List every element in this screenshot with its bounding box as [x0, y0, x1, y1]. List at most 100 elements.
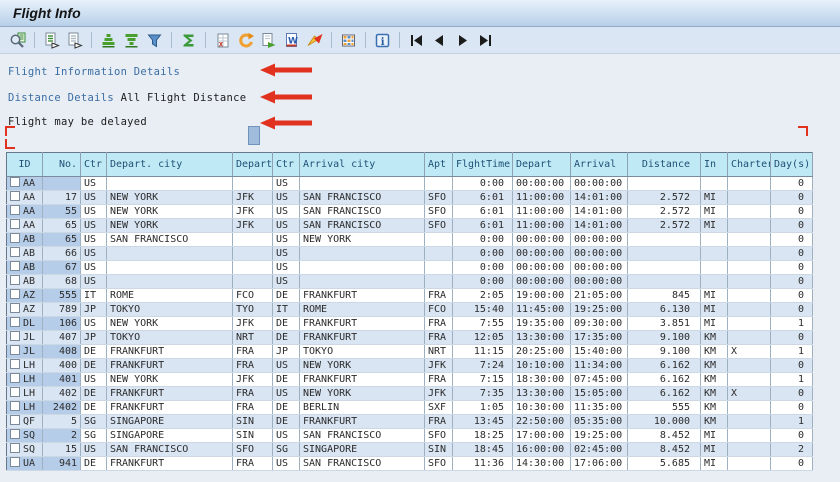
cell-ctr2: US: [273, 247, 300, 261]
column-header-apt[interactable]: Apt: [425, 153, 453, 177]
row-checkbox[interactable]: [10, 191, 20, 201]
cell-charter: [728, 247, 771, 261]
table-row[interactable]: AB66USUS0:0000:00:0000:00:000: [7, 247, 813, 261]
table-row[interactable]: JL408DEFRANKFURTFRAJPTOKYONRT11:1520:25:…: [7, 345, 813, 359]
table-row[interactable]: LH401USNEW YORKJFKDEFRANKFURTFRA7:1518:3…: [7, 373, 813, 387]
sort-descending-button[interactable]: [121, 30, 142, 51]
table-row[interactable]: LH400DEFRANKFURTFRAUSNEW YORKJFK7:2410:1…: [7, 359, 813, 373]
row-checkbox[interactable]: [10, 205, 20, 215]
row-checkbox[interactable]: [10, 303, 20, 313]
cell-days: 0: [771, 289, 813, 303]
cell-charter: [728, 331, 771, 345]
column-header-charter[interactable]: Charter: [728, 153, 771, 177]
cell-arr_city: BERLIN: [300, 401, 425, 415]
select-all-button[interactable]: [41, 30, 62, 51]
table-row[interactable]: LH2402DEFRANKFURTFRADEBERLINSXF1:0510:30…: [7, 401, 813, 415]
nav-last-button[interactable]: [475, 30, 496, 51]
column-header-days[interactable]: Day(s): [771, 153, 813, 177]
table-row[interactable]: AB67USUS0:0000:00:0000:00:000: [7, 261, 813, 275]
table-row[interactable]: AZ555ITROMEFCODEFRANKFURTFRA2:0519:00:00…: [7, 289, 813, 303]
row-checkbox[interactable]: [10, 177, 20, 187]
excel-export-button[interactable]: x: [212, 30, 233, 51]
column-header-time[interactable]: FlghtTime: [453, 153, 513, 177]
cell-distance: 2.572: [628, 205, 701, 219]
column-header-arr_city[interactable]: Arrival city: [300, 153, 425, 177]
row-checkbox[interactable]: [10, 247, 20, 257]
table-row[interactable]: AA55USNEW YORKJFKUSSAN FRANCISCOSFO6:011…: [7, 205, 813, 219]
info-text: Flight Information Details: [8, 66, 180, 78]
nav-next-button[interactable]: [452, 30, 473, 51]
row-checkbox[interactable]: [10, 289, 20, 299]
column-header-ctr2[interactable]: Ctr: [273, 153, 300, 177]
column-header-id[interactable]: ID: [7, 153, 43, 177]
cell-days: 0: [771, 275, 813, 289]
table-row[interactable]: UA941DEFRANKFURTFRAUSSAN FRANCISCOSFO11:…: [7, 457, 813, 471]
cell-unit: KM: [701, 415, 728, 429]
sort-ascending-button[interactable]: [98, 30, 119, 51]
table-row[interactable]: SQ2SGSINGAPORESINUSSAN FRANCISCOSFO18:25…: [7, 429, 813, 443]
column-header-dep_apt[interactable]: Depart: [233, 153, 273, 177]
column-header-no[interactable]: No.: [43, 153, 81, 177]
row-checkbox[interactable]: [10, 261, 20, 271]
table-row[interactable]: AAUSUS0:0000:00:0000:00:000: [7, 177, 813, 191]
column-header-distance[interactable]: Distance: [628, 153, 701, 177]
row-checkbox[interactable]: [10, 429, 20, 439]
info-button[interactable]: i: [372, 30, 393, 51]
cell-dep_apt: JFK: [233, 317, 273, 331]
table-row[interactable]: AB65USSAN FRANCISCOUSNEW YORK0:0000:00:0…: [7, 233, 813, 247]
row-checkbox[interactable]: [10, 415, 20, 425]
row-checkbox[interactable]: [10, 387, 20, 397]
row-checkbox[interactable]: [10, 219, 20, 229]
splitter-grip[interactable]: [248, 126, 260, 145]
row-checkbox[interactable]: [10, 275, 20, 285]
row-checkbox[interactable]: [10, 233, 20, 243]
word-export-button[interactable]: W: [281, 30, 302, 51]
table-row[interactable]: LH402DEFRANKFURTFRAUSNEW YORKJFK7:3513:3…: [7, 387, 813, 401]
table-row[interactable]: AA65USNEW YORKJFKUSSAN FRANCISCOSFO6:011…: [7, 219, 813, 233]
cell-dep_time: 00:00:00: [513, 261, 571, 275]
nav-first-button[interactable]: [406, 30, 427, 51]
cell-arr_city: FRANKFURT: [300, 317, 425, 331]
column-header-unit[interactable]: In: [701, 153, 728, 177]
row-checkbox[interactable]: [10, 331, 20, 341]
sum-button[interactable]: [178, 30, 199, 51]
details-button[interactable]: [7, 30, 28, 51]
row-checkbox[interactable]: [10, 373, 20, 383]
send-mail-button[interactable]: [304, 30, 325, 51]
cell-id: AB: [7, 261, 43, 275]
cell-dep_city: NEW YORK: [107, 219, 233, 233]
cell-dep_apt: JFK: [233, 373, 273, 387]
nav-prev-button[interactable]: [429, 30, 450, 51]
nav-next-icon: [454, 32, 471, 49]
table-row[interactable]: AB68USUS0:0000:00:0000:00:000: [7, 275, 813, 289]
row-checkbox[interactable]: [10, 443, 20, 453]
filter-button[interactable]: [144, 30, 165, 51]
table-row[interactable]: JL407JPTOKYONRTDEFRANKFURTFRA12:0513:30:…: [7, 331, 813, 345]
cell-arr_time: 00:00:00: [571, 233, 628, 247]
column-header-ctr1[interactable]: Ctr: [81, 153, 107, 177]
row-checkbox[interactable]: [10, 317, 20, 327]
choose-layout-button[interactable]: [338, 30, 359, 51]
cell-apt: SFO: [425, 457, 453, 471]
table-row[interactable]: SQ15USSAN FRANCISCOSFOSGSINGAPORESIN18:4…: [7, 443, 813, 457]
svg-text:x: x: [219, 39, 224, 48]
export-file-button[interactable]: [258, 30, 279, 51]
cell-no: 400: [43, 359, 81, 373]
cell-days: 0: [771, 429, 813, 443]
row-checkbox[interactable]: [10, 457, 20, 467]
nav-prev-icon: [431, 32, 448, 49]
row-checkbox[interactable]: [10, 345, 20, 355]
table-row[interactable]: AZ789JPTOKYOTYOITROMEFCO15:4011:45:0019:…: [7, 303, 813, 317]
row-checkbox[interactable]: [10, 359, 20, 369]
column-header-dep_time[interactable]: Depart: [513, 153, 571, 177]
cell-unit: MI: [701, 429, 728, 443]
column-header-dep_city[interactable]: Depart. city: [107, 153, 233, 177]
table-row[interactable]: QF5SGSINGAPORESINDEFRANKFURTFRA13:4522:5…: [7, 415, 813, 429]
deselect-all-button[interactable]: [64, 30, 85, 51]
table-row[interactable]: DL106USNEW YORKJFKDEFRANKFURTFRA7:5519:3…: [7, 317, 813, 331]
word-processing-button[interactable]: [235, 30, 256, 51]
cell-distance: 8.452: [628, 443, 701, 457]
column-header-arr_time[interactable]: Arrival: [571, 153, 628, 177]
row-checkbox[interactable]: [10, 401, 20, 411]
table-row[interactable]: AA17USNEW YORKJFKUSSAN FRANCISCOSFO6:011…: [7, 191, 813, 205]
